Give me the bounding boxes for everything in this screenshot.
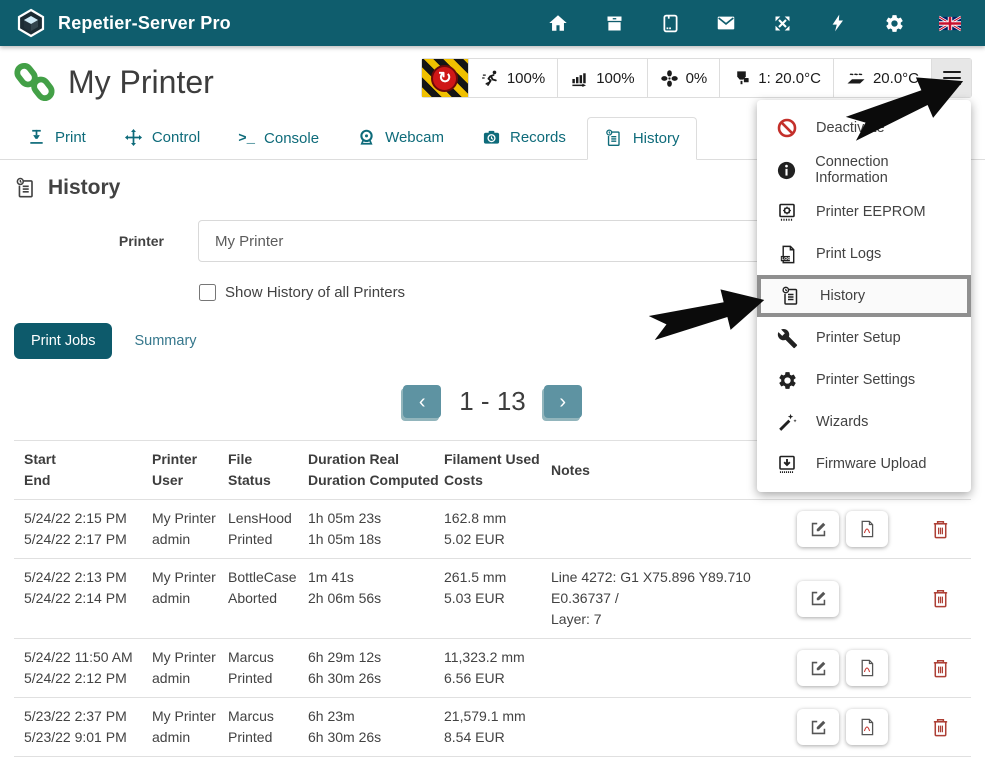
navbar-icons (547, 12, 969, 34)
menu-item-wizards[interactable]: Wizards (757, 401, 971, 443)
bed-temp-chip[interactable]: 20.0°C (833, 59, 931, 97)
printer-menu-button[interactable] (931, 59, 971, 97)
edit-notes-button[interactable] (797, 581, 839, 617)
printer-select-label: Printer (14, 233, 164, 249)
speed-status-chip[interactable]: 100% (468, 59, 557, 97)
printer-title: My Printer (68, 64, 214, 101)
tab-history[interactable]: History (587, 117, 697, 160)
tab-control[interactable]: Control (107, 117, 217, 159)
menu-item-printer-eeprom[interactable]: Printer EEPROM (757, 191, 971, 233)
firmware-upload-icon (774, 453, 800, 475)
app-title: Repetier-Server Pro (58, 13, 231, 34)
heated-bed-icon (846, 68, 866, 88)
history-icon (604, 128, 624, 148)
tab-records[interactable]: Records (465, 117, 583, 159)
menu-item-printer-settings[interactable]: Printer Settings (757, 359, 971, 401)
trash-icon (931, 519, 950, 540)
table-row: 5/24/22 11:50 AM5/24/22 2:12 PM My Print… (14, 639, 971, 698)
archive-icon[interactable] (603, 12, 625, 34)
all-printers-checkbox[interactable] (199, 284, 216, 301)
manual-icon[interactable] (659, 12, 681, 34)
expand-icon[interactable] (771, 12, 793, 34)
trash-icon (931, 658, 950, 679)
speed-runner-icon (481, 69, 500, 88)
menu-item-history[interactable]: History (757, 275, 971, 317)
delete-job-button[interactable] (909, 658, 971, 679)
prev-page-button[interactable]: ‹ (403, 385, 441, 418)
webcam-icon (357, 128, 376, 147)
records-camera-icon (482, 128, 501, 147)
pdf-report-button[interactable] (846, 650, 888, 686)
top-navbar: Repetier-Server Pro (0, 0, 985, 46)
menu-item-printer-setup[interactable]: Printer Setup (757, 317, 971, 359)
printer-menu-dropdown: Deactivate Connection Information Printe… (757, 100, 971, 492)
settings-icon[interactable] (883, 12, 905, 34)
flow-icon (570, 69, 589, 88)
flow-status-chip[interactable]: 100% (557, 59, 646, 97)
table-row: 5/24/22 2:13 PM5/24/22 2:14 PM My Printe… (14, 559, 971, 639)
deactivate-icon (774, 117, 800, 139)
emergency-stop-icon: ↻ (431, 65, 458, 92)
trash-icon (931, 717, 950, 738)
trash-icon (931, 588, 950, 609)
svg-text:LOG: LOG (781, 256, 790, 261)
print-jobs-button[interactable]: Print Jobs (14, 323, 112, 359)
power-icon[interactable] (827, 12, 849, 34)
connection-link-icon (14, 61, 56, 103)
home-icon[interactable] (547, 12, 569, 34)
gear-icon (774, 370, 800, 391)
repetier-logo-icon (16, 8, 46, 38)
table-row: 5/23/22 2:37 PM5/23/22 9:01 PM My Printe… (14, 698, 971, 757)
mail-icon[interactable] (715, 12, 737, 34)
edit-notes-button[interactable] (797, 650, 839, 686)
menu-item-connection-information[interactable]: Connection Information (757, 149, 971, 191)
delete-job-button[interactable] (909, 519, 971, 540)
pdf-report-button[interactable] (846, 709, 888, 745)
magic-wand-icon (774, 412, 800, 433)
delete-job-button[interactable] (909, 717, 971, 738)
summary-button[interactable]: Summary (122, 323, 208, 359)
info-icon (774, 160, 799, 181)
menu-item-firmware-upload[interactable]: Firmware Upload (757, 443, 971, 485)
printer-status-bar: ↻ 100% 100% 0% 1: 20.0°C 20.0°C (421, 58, 972, 98)
fan-icon (660, 69, 679, 88)
extruder-temp-chip[interactable]: 1: 20.0°C (719, 59, 833, 97)
edit-notes-button[interactable] (797, 511, 839, 547)
table-row: 5/24/22 2:15 PM5/24/22 2:17 PM My Printe… (14, 500, 971, 559)
history-heading-icon (14, 176, 38, 200)
next-page-button[interactable]: › (544, 385, 582, 418)
eeprom-chip-icon (774, 201, 800, 223)
tab-console[interactable]: >_ Console (221, 119, 336, 159)
menu-item-print-logs[interactable]: LOG Print Logs (757, 233, 971, 275)
menu-item-deactivate[interactable]: Deactivate (757, 107, 971, 149)
extruder-icon (732, 69, 751, 88)
control-move-icon (124, 128, 143, 147)
page-range: 1 - 13 (459, 386, 526, 417)
emergency-stop-button[interactable]: ↻ (422, 59, 468, 97)
pdf-report-button[interactable] (846, 511, 888, 547)
edit-notes-button[interactable] (797, 709, 839, 745)
delete-job-button[interactable] (909, 588, 971, 609)
tab-print[interactable]: Print (10, 117, 103, 159)
console-icon: >_ (238, 131, 255, 147)
tab-webcam[interactable]: Webcam (340, 117, 461, 159)
print-icon (27, 128, 46, 147)
language-flag-icon[interactable] (939, 12, 961, 34)
history-icon (778, 285, 804, 307)
fan-status-chip[interactable]: 0% (647, 59, 720, 97)
log-file-icon: LOG (774, 244, 800, 265)
wrench-icon (774, 328, 800, 349)
